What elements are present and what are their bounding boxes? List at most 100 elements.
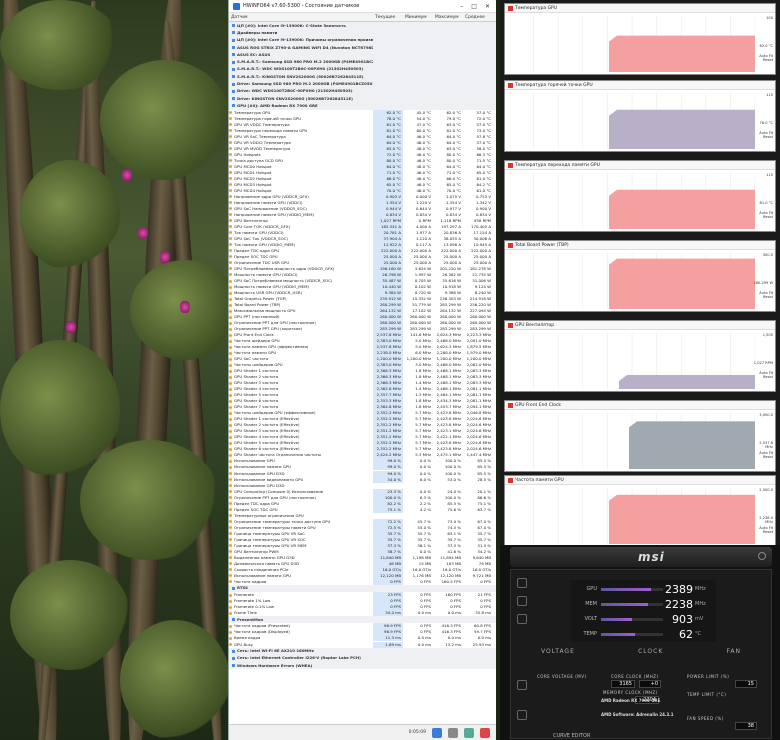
exit-icon[interactable] xyxy=(480,727,490,738)
sensor-graph-window[interactable]: GPU Вентилятор 1,500 1,027 RPM Auto Fit Res… xyxy=(504,320,776,392)
reset-icon[interactable] xyxy=(464,727,474,738)
auto-fit-reset-buttons[interactable]: Auto Fit Reset xyxy=(753,371,773,379)
sensor-icon xyxy=(229,183,232,187)
sensor-group-header[interactable]: GPU [#0]: AMD Radeon RX 7900 GRE xyxy=(229,102,496,110)
sensor-row[interactable]: GPU Busy 1.69 ms 0.0 ms 13.2 ms 25.93 ms xyxy=(229,641,496,648)
sensor-name: ЦП [#0]: Intel Core i9-13900K: Причины о… xyxy=(229,37,373,43)
power-limit-value[interactable]: 15 xyxy=(735,680,757,688)
sensor-group-header[interactable]: ASUS ROG STRIX Z790-A GAMING WIFI D4 (Nu… xyxy=(229,43,496,52)
auto-fit-reset-buttons[interactable]: Auto Fit Reset xyxy=(753,131,773,139)
sensor-group-header[interactable]: RTSS xyxy=(229,584,496,593)
col-min[interactable]: Минимум xyxy=(403,15,433,20)
sensor-group-header[interactable]: Сеть: Intel Wi-Fi 6E AX210 160MHz xyxy=(229,647,496,655)
close-button[interactable]: ✕ xyxy=(485,3,490,10)
graph-title: Total Board Power (TBP) xyxy=(515,242,569,248)
sensor-name: S.M.A.R.T.: WDC WDS100T2B0C-00PXH0 (2130… xyxy=(229,66,373,72)
sensor-group-header[interactable]: ASUS EC: ASUS xyxy=(229,51,496,59)
sensor-graph-window[interactable]: Total Board Power (TBP) 300.0 280.299 W Aut… xyxy=(504,240,776,312)
graph-current-label: 2,537.8 MHz xyxy=(759,441,773,449)
oc-scanner-icon[interactable] xyxy=(517,614,527,624)
col-current[interactable]: Текущее xyxy=(373,15,403,20)
sensor-graph-window[interactable]: GPU Front End Clock 3,000.0 2,537.8 MHz Aut… xyxy=(504,400,776,472)
settings-icon[interactable] xyxy=(432,727,442,738)
chip-icon xyxy=(232,664,235,668)
auto-fit-reset-buttons[interactable]: Auto Fit Reset xyxy=(753,291,773,299)
tab-fan[interactable]: FAN xyxy=(727,648,742,655)
sensor-icon xyxy=(229,285,232,289)
col-avg[interactable]: Среднее xyxy=(463,15,493,20)
sensor-graph-window[interactable]: Частота памяти GPU 2,500.0 2,238.0 MHz Auto… xyxy=(504,475,776,547)
sensor-label: Частота кадров xyxy=(234,578,267,584)
sensor-group-header[interactable]: S.M.A.R.T.: WDC WDS100T2B0C-00PXH0 (2130… xyxy=(229,65,496,74)
sensor-icon xyxy=(229,478,232,482)
sensor-icon xyxy=(229,219,232,223)
tab-clock[interactable]: CLOCK xyxy=(638,648,663,655)
sensor-icon xyxy=(229,643,232,646)
settings-icon[interactable] xyxy=(517,710,527,720)
col-max[interactable]: Максимум xyxy=(433,15,463,20)
auto-fit-reset-buttons[interactable]: Auto Fit Reset xyxy=(753,526,773,534)
graph-windows: Температура GPU 100 62.0 °C Auto Fit Reset Т… xyxy=(500,0,780,547)
sensor-group-header[interactable]: PresentMon xyxy=(229,616,496,624)
fan-speed-value[interactable]: 38 xyxy=(735,722,757,730)
graph-area xyxy=(609,35,755,72)
sensor-icon xyxy=(229,441,232,445)
gpu-icon[interactable] xyxy=(517,596,527,606)
auto-fit-reset-buttons[interactable]: Auto Fit Reset xyxy=(753,451,773,459)
sensor-icon xyxy=(229,315,232,319)
minimize-button[interactable]: – xyxy=(460,3,463,10)
power-limit-label: POWER LIMIT (%) xyxy=(687,674,730,679)
sensor-icon xyxy=(229,520,232,524)
msi-logo: msi xyxy=(638,550,665,564)
core-voltage-label: CORE VOLTAGE (MV) xyxy=(537,674,587,679)
hwinfo-title: HWiNFO64 v7.60-5300 - Состояние датчиков xyxy=(243,3,360,9)
sensor-icon xyxy=(229,447,232,451)
monitor-row: TEMP 62 °C xyxy=(571,627,716,641)
graph-plot xyxy=(508,16,756,72)
minimize-icon[interactable] xyxy=(758,552,766,560)
chip-icon xyxy=(232,67,235,71)
desktop-wallpaper xyxy=(0,0,228,740)
auto-fit-reset-buttons[interactable]: Auto Fit Reset xyxy=(753,211,773,219)
sensor-group-header[interactable]: Drive: WDC WDS100T2B0C-00PXH0 (21302H450… xyxy=(229,87,496,95)
sensor-graph-window[interactable]: Температура перехода памяти GPU 110 81.0 °… xyxy=(504,160,776,232)
sensor-icon xyxy=(229,496,232,500)
chip-icon xyxy=(232,38,235,42)
sensor-icon xyxy=(229,393,232,397)
graph-area xyxy=(619,375,755,389)
graph-icon xyxy=(508,402,513,408)
col-sensor[interactable]: Датчик xyxy=(229,15,373,20)
sensor-graph-window[interactable]: Температура GPU 100 62.0 °C Auto Fit Reset xyxy=(504,3,776,75)
sensor-group-header[interactable]: ЦП [#0]: Intel Core i9-13900K: C-State З… xyxy=(229,22,496,30)
sensor-name: PresentMon xyxy=(229,617,373,623)
graph-area xyxy=(609,109,755,149)
sensor-row[interactable]: Частота кадров 0 FPS 0 FPS 180.5 FPS 0 FPS xyxy=(229,578,496,585)
sensor-row[interactable]: Frame Time 34.0 ms 0.0 ms 0.0 ms 35.8 ms xyxy=(229,610,496,617)
sensor-group-header[interactable]: Windows Hardware Errors (WHEA) xyxy=(229,662,496,670)
core-clock-value[interactable]: 3165 xyxy=(611,680,635,688)
sensor-name: Сеть: Intel Wi-Fi 6E AX210 160MHz xyxy=(229,648,373,654)
auto-fit-reset-buttons[interactable]: Auto Fit Reset xyxy=(753,54,773,62)
core-clock-offset[interactable]: +0 xyxy=(639,680,661,688)
k-boost-icon[interactable] xyxy=(517,578,527,588)
graph-icon xyxy=(508,477,513,483)
chip-icon xyxy=(232,104,235,108)
sensor-group-header[interactable]: Драйверы памяти xyxy=(229,29,496,37)
maximize-button[interactable]: □ xyxy=(471,3,477,10)
sensor-group-header[interactable]: S.M.A.R.T.: KINGSTON SNV2S2000G (50026B7… xyxy=(229,73,496,81)
hwinfo-statusbar: 0:05:09 xyxy=(229,724,496,740)
curve-editor-button[interactable]: CURVE EDITOR xyxy=(543,733,590,739)
sensor-icon xyxy=(229,453,232,457)
sensor-group-header[interactable]: S.M.A.R.T.: Samsung SSD 980 PRO M.2 2000… xyxy=(229,58,496,66)
monitor-icon[interactable] xyxy=(517,680,527,690)
chip-icon xyxy=(232,53,235,57)
sensor-list[interactable]: ЦП [#0]: Intel Core i9-13900K: C-State З… xyxy=(229,22,496,724)
sensor-group-header[interactable]: Drive: Samsung SSD 980 PRO M.2 2000GB (P… xyxy=(229,80,496,88)
tab-voltage[interactable]: VOLTAGE xyxy=(541,648,575,655)
sensor-group-header[interactable]: ЦП [#0]: Intel Core i9-13900K: Причины о… xyxy=(229,36,496,44)
value-min: 0 FPS xyxy=(420,578,431,584)
sensor-group-header[interactable]: Drive: KINGSTON SNV2S2000G (50026B726284… xyxy=(229,94,496,103)
sensor-graph-window[interactable]: Температура горячей точки GPU 110 78.0 °C A… xyxy=(504,80,776,152)
sensor-group-header[interactable]: Сеть: Intel Ethernet Controller I226-V (… xyxy=(229,654,496,663)
report-icon[interactable] xyxy=(448,727,458,738)
